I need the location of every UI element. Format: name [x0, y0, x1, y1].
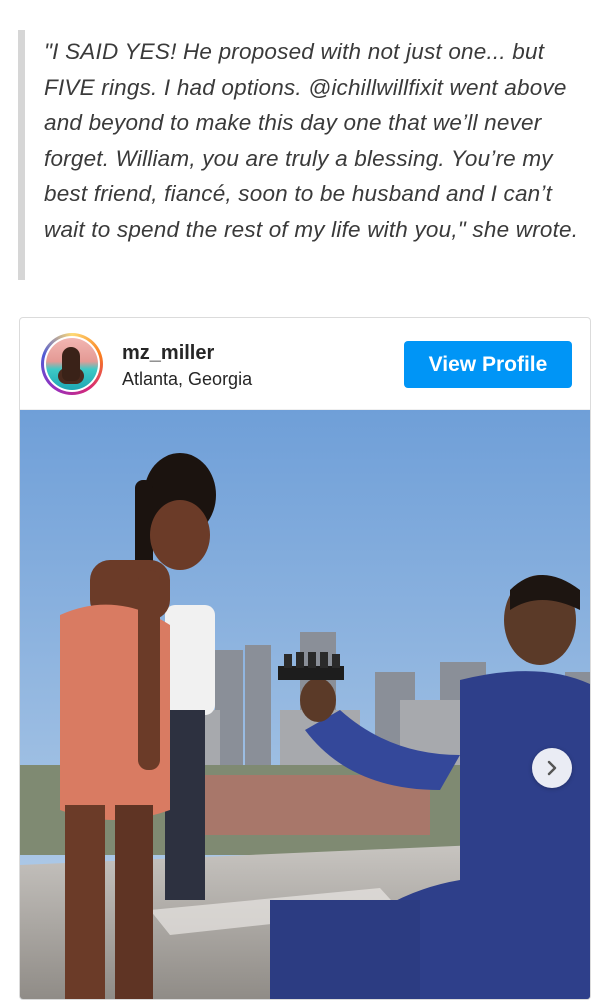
instagram-embed: mz_miller Atlanta, Georgia View Profile [19, 317, 591, 1000]
location-link[interactable]: Atlanta, Georgia [122, 369, 252, 390]
avatar[interactable] [41, 333, 103, 395]
proposal-photo [20, 410, 590, 999]
chevron-right-icon [547, 760, 557, 776]
embed-header: mz_miller Atlanta, Georgia View Profile [20, 318, 590, 410]
next-image-button[interactable] [532, 748, 572, 788]
post-image[interactable] [20, 410, 590, 999]
quote-text: "I SAID YES! He proposed with not just o… [44, 39, 579, 242]
view-profile-button[interactable]: View Profile [404, 341, 572, 388]
blockquote: "I SAID YES! He proposed with not just o… [18, 30, 592, 280]
avatar-image [46, 338, 98, 390]
username-link[interactable]: mz_miller [122, 342, 214, 365]
